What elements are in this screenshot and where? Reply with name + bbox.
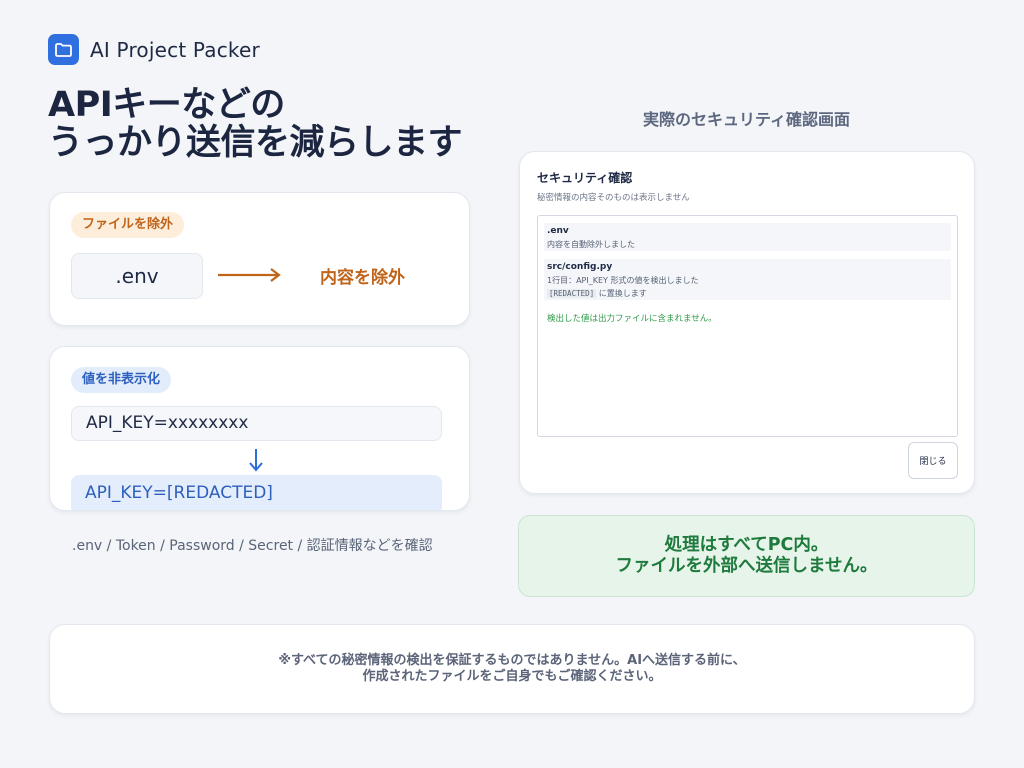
local-note-line-2: ファイルを外部へ送信しません。 [615,556,878,576]
screen-title: 実際のセキュリティ確認画面 [642,110,851,129]
exclude-file-card: ファイルを除外 .env 内容を除外 [49,192,470,326]
hero-title-line-2: うっかり送信を減らします [48,123,463,163]
arrow-down-icon [247,447,265,477]
disclaimer-line-2: 作成されたファイルをご自身でもご確認ください。 [362,669,662,684]
redacted-token: [REDACTED] [547,289,597,298]
result-detail: 内容を自動除外しました [547,240,635,249]
security-dialog: セキュリティ確認 秘密情報の内容そのものは表示しません .env 内容を自動除外… [519,151,975,494]
mask-value-chip: 値を非表示化 [71,367,172,393]
close-button[interactable]: 閉じる [908,442,958,479]
exclude-result-label: 内容を除外 [320,268,405,288]
mask-value-card: 値を非表示化 API_KEY=xxxxxxxx API_KEY=[REDACTE… [49,346,470,511]
disclaimer-line-1: ※すべての秘密情報の検出を保証するものではありません。AIへ送信する前に、 [278,653,746,668]
result-file-name: src/config.py [547,262,613,272]
app-header: AI Project Packer [48,34,260,65]
local-note-line-1: 処理はすべてPC内。 [664,535,829,555]
dialog-subtitle: 秘密情報の内容そのものは表示しません [537,193,690,203]
folder-icon [48,34,79,65]
api-key-after: API_KEY=[REDACTED] [71,475,442,510]
result-row-config: src/config.py 1行目：API_KEY 形式の値を検出しました [R… [544,259,951,300]
checked-items-caption: .env / Token / Password / Secret / 認証情報な… [72,538,433,554]
dialog-title: セキュリティ確認 [537,171,633,185]
api-key-before: API_KEY=xxxxxxxx [71,406,442,441]
hero-title: APIキーなどの うっかり送信を減らします [48,85,463,163]
app-title: AI Project Packer [90,37,260,62]
hero-title-line-1: APIキーなどの [48,85,285,125]
result-file-name: .env [547,226,569,236]
env-file-box: .env [71,253,203,299]
result-panel[interactable]: .env 内容を自動除外しました src/config.py 1行目：API_K… [537,215,958,437]
result-detail: 1行目：API_KEY 形式の値を検出しました [547,276,699,285]
replace-text: に置換します [598,289,647,298]
disclaimer-card: ※すべての秘密情報の検出を保証するものではありません。AIへ送信する前に、 作成… [49,624,975,714]
ok-note: 検出した値は出力ファイルに含まれません。 [547,314,717,324]
result-row-env: .env 内容を自動除外しました [544,223,951,251]
local-processing-note: 処理はすべてPC内。 ファイルを外部へ送信しません。 [518,515,975,597]
result-detail-replace: [REDACTED] に置換します [547,287,951,300]
exclude-file-chip: ファイルを除外 [71,212,185,238]
arrow-right-icon [217,266,283,288]
